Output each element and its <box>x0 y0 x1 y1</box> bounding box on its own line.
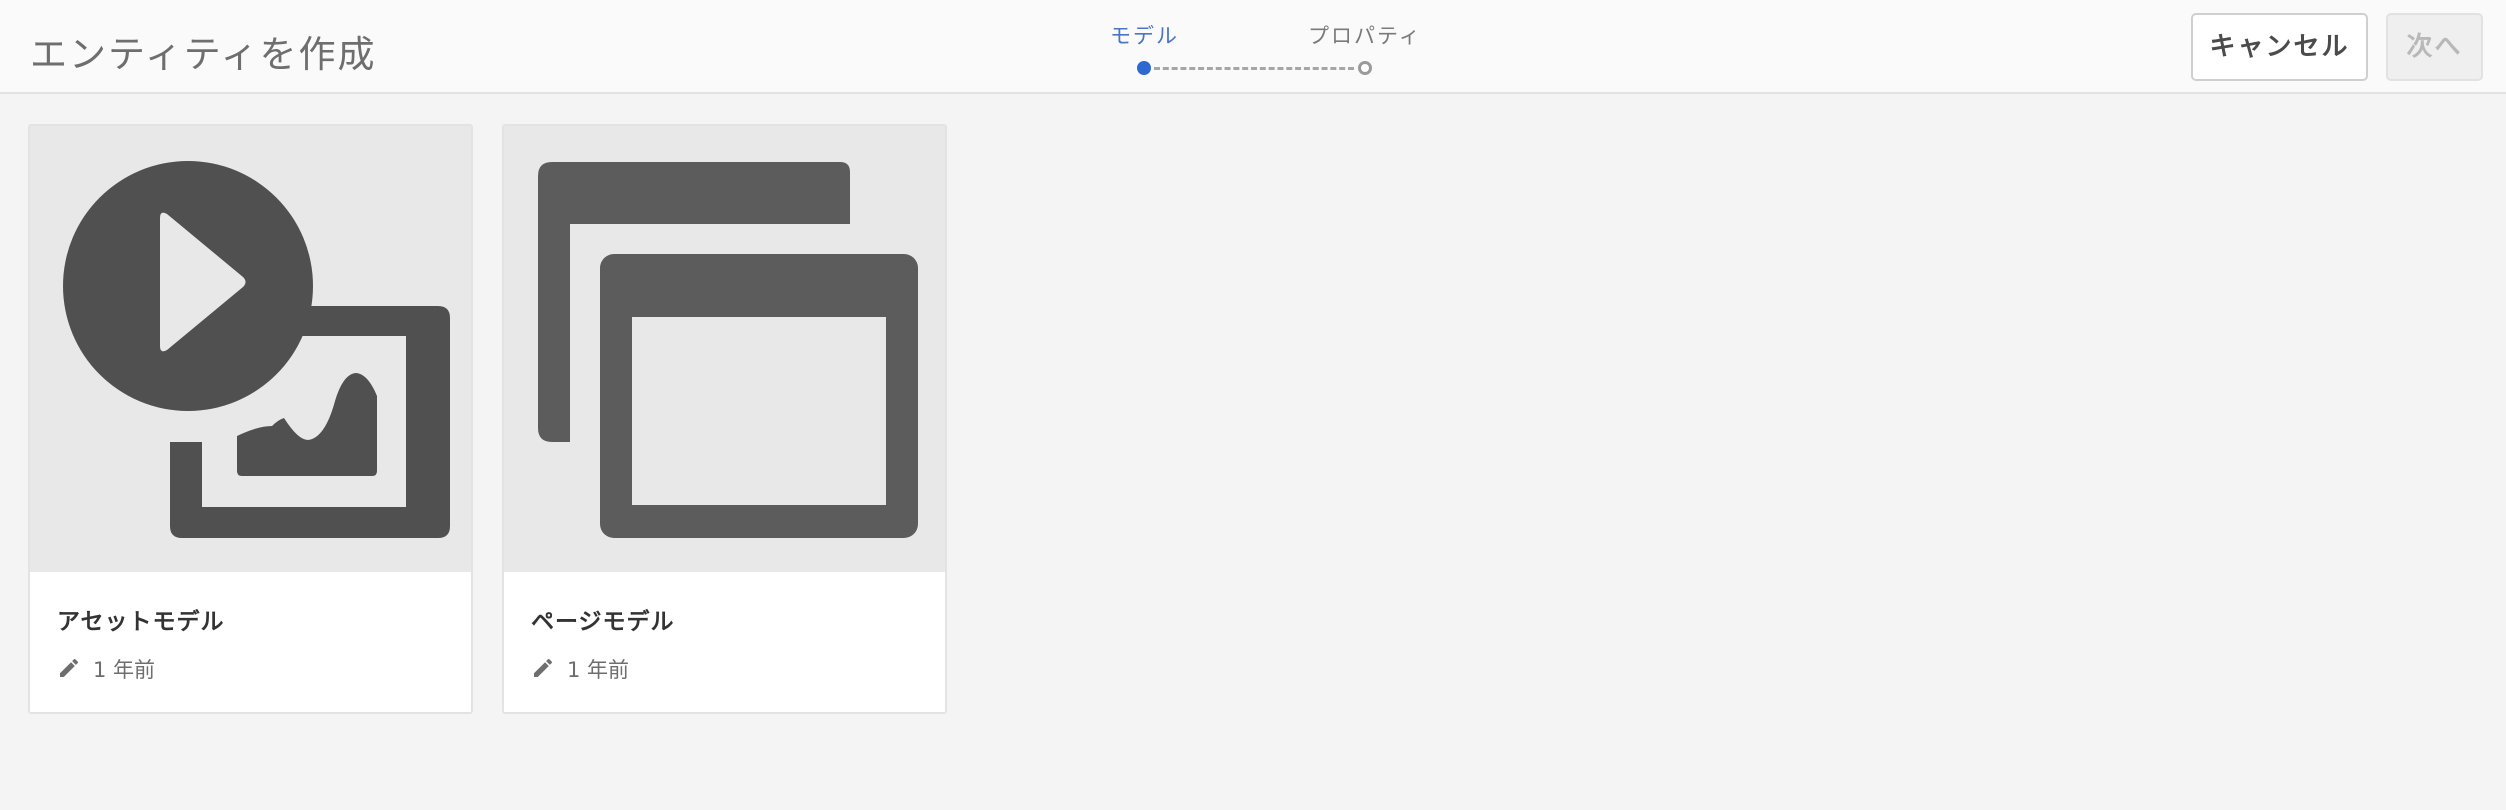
modified-time: 1 年前 <box>93 658 156 682</box>
model-card-page[interactable]: ページモデル 1 年前 <box>502 124 947 714</box>
card-thumbnail <box>504 126 945 572</box>
model-card-asset[interactable]: アセットモデル 1 年前 <box>28 124 473 714</box>
asset-media-icon <box>63 161 450 538</box>
modified-time: 1 年前 <box>567 658 630 682</box>
step-dot-properties <box>1358 61 1372 75</box>
next-button[interactable]: 次へ <box>2386 13 2483 81</box>
wizard-progress: モデル プロパティ <box>1090 18 1490 78</box>
card-title: アセットモデル <box>57 609 225 635</box>
step-connector <box>1154 67 1354 70</box>
page-windows-icon <box>538 162 918 538</box>
card-title: ページモデル <box>531 609 675 635</box>
step-label-model: モデル <box>1110 24 1179 48</box>
page-title: エンティティを作成 <box>30 33 377 76</box>
pencil-icon <box>60 658 79 677</box>
pencil-icon <box>534 658 553 677</box>
card-thumbnail <box>30 126 471 572</box>
step-label-properties: プロパティ <box>1308 24 1422 48</box>
cancel-button[interactable]: キャンセル <box>2191 13 2368 81</box>
step-dot-model <box>1137 61 1151 75</box>
header-bar: エンティティを作成 モデル プロパティ キャンセル 次へ <box>0 0 2506 94</box>
